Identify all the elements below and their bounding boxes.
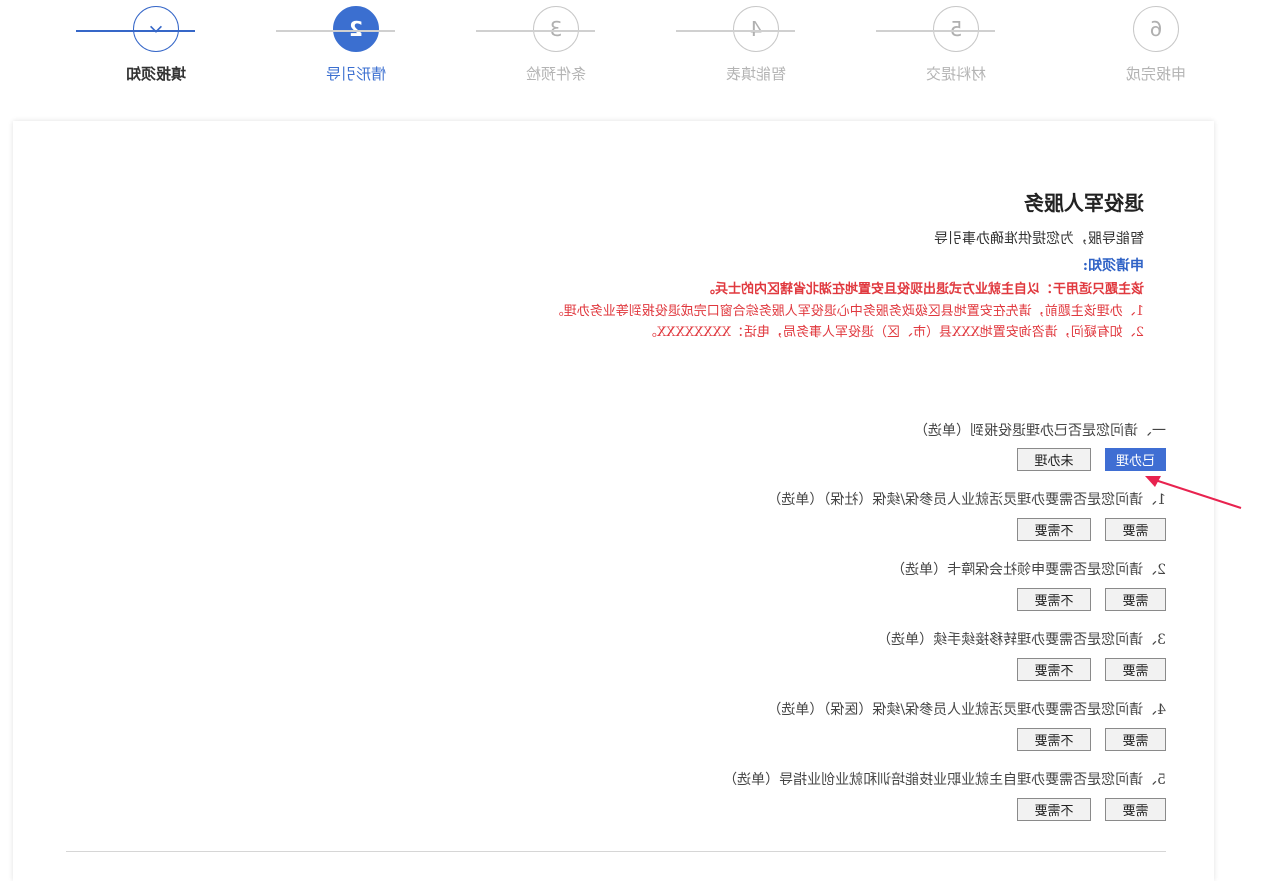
step-label: 申报完成 xyxy=(1126,65,1187,83)
step-circle: 3 xyxy=(533,6,579,52)
option-not-handled-button[interactable]: 未办理 xyxy=(1017,448,1091,471)
option-no-need-button[interactable]: 不需要 xyxy=(1017,658,1091,681)
step-connector xyxy=(76,30,195,32)
step-circle xyxy=(133,6,179,52)
question-options: 已办理 未办理 xyxy=(1017,448,1166,471)
option-no-need-button[interactable]: 不需要 xyxy=(1017,518,1091,541)
step-connector xyxy=(276,30,395,32)
step-situation-guide[interactable]: 2 情形引导 xyxy=(301,6,411,84)
page-root: 填报须知 2 情形引导 3 条件预检 4 智能填表 5 材料提交 6 申报完成 … xyxy=(0,0,1269,881)
page-subtitle: 智能导服，为您提供准确办事引导 xyxy=(934,231,1144,247)
step-smart-form[interactable]: 4 智能填表 xyxy=(701,6,811,84)
question-options: 需要 不需要 xyxy=(1017,588,1166,611)
question-options: 需要 不需要 xyxy=(1017,658,1166,681)
notice-line: 2、如有疑问，请咨询安置地XXX县（市、区）退役军人事务局，电话：XXXXXXX… xyxy=(643,325,1144,340)
step-connector xyxy=(876,30,995,32)
question-options: 需要 不需要 xyxy=(1017,728,1166,751)
question-text: 一、请问您是否已办理退役报到（单选） xyxy=(914,423,1166,439)
guide-card: 退役军人服务 智能导服，为您提供准确办事引导 申请须知: 该主题只适用于：以自主… xyxy=(13,121,1214,881)
question-text: 2、请问您是否需要申领社会保障卡（单选） xyxy=(891,562,1166,578)
question-text: 4、请问您是否需要办理灵活就业人员参保/续保（医保）（单选） xyxy=(767,702,1166,718)
step-complete[interactable]: 6 申报完成 xyxy=(1101,6,1211,84)
option-no-need-button[interactable]: 不需要 xyxy=(1017,798,1091,821)
notice-line: 该主题只适用于：以自主就业方式退出现役且安置地在湖北省辖区内的士兵。 xyxy=(701,282,1144,297)
step-material-submit[interactable]: 5 材料提交 xyxy=(901,6,1011,84)
option-need-button[interactable]: 需要 xyxy=(1105,728,1166,751)
step-circle: 4 xyxy=(733,6,779,52)
step-label: 智能填表 xyxy=(726,65,787,83)
option-handled-button[interactable]: 已办理 xyxy=(1105,448,1166,471)
check-icon xyxy=(150,25,162,33)
question-text: 5、请问您是否需要办理自主就业职业技能培训和就业创业指导（单选） xyxy=(723,772,1166,788)
option-need-button[interactable]: 需要 xyxy=(1105,658,1166,681)
step-circle: 5 xyxy=(933,6,979,52)
progress-stepper: 填报须知 2 情形引导 3 条件预检 4 智能填表 5 材料提交 6 申报完成 xyxy=(0,0,1269,100)
step-circle: 6 xyxy=(1133,6,1179,52)
step-circle: 2 xyxy=(333,6,379,52)
step-label: 材料提交 xyxy=(926,65,987,83)
notice-line: 1、办理该主题前，请先在安置地县区级政务服务中心退役军人服务综合窗口完成退役报到… xyxy=(550,304,1144,319)
option-no-need-button[interactable]: 不需要 xyxy=(1017,588,1091,611)
annotation-arrow-icon xyxy=(1145,476,1242,509)
notice-heading: 申请须知: xyxy=(1082,258,1144,274)
option-need-button[interactable]: 需要 xyxy=(1105,798,1166,821)
option-no-need-button[interactable]: 不需要 xyxy=(1017,728,1091,751)
option-need-button[interactable]: 需要 xyxy=(1105,588,1166,611)
step-connector xyxy=(476,30,595,32)
question-text: 3、请问您是否需要办理转移接续手续（单选） xyxy=(877,632,1166,648)
step-precheck[interactable]: 3 条件预检 xyxy=(501,6,611,84)
question-options: 需要 不需要 xyxy=(1017,798,1166,821)
step-label: 情形引导 xyxy=(326,65,387,83)
step-connector xyxy=(676,30,795,32)
question-text: 1、请问您是否需要办理灵活就业人员参保/续保（社保）（单选） xyxy=(767,492,1166,508)
page-title: 退役军人服务 xyxy=(1024,191,1144,215)
step-fill-notice[interactable]: 填报须知 xyxy=(101,6,211,84)
section-divider xyxy=(66,851,1166,852)
step-label: 条件预检 xyxy=(526,65,587,83)
step-label: 填报须知 xyxy=(126,65,187,83)
